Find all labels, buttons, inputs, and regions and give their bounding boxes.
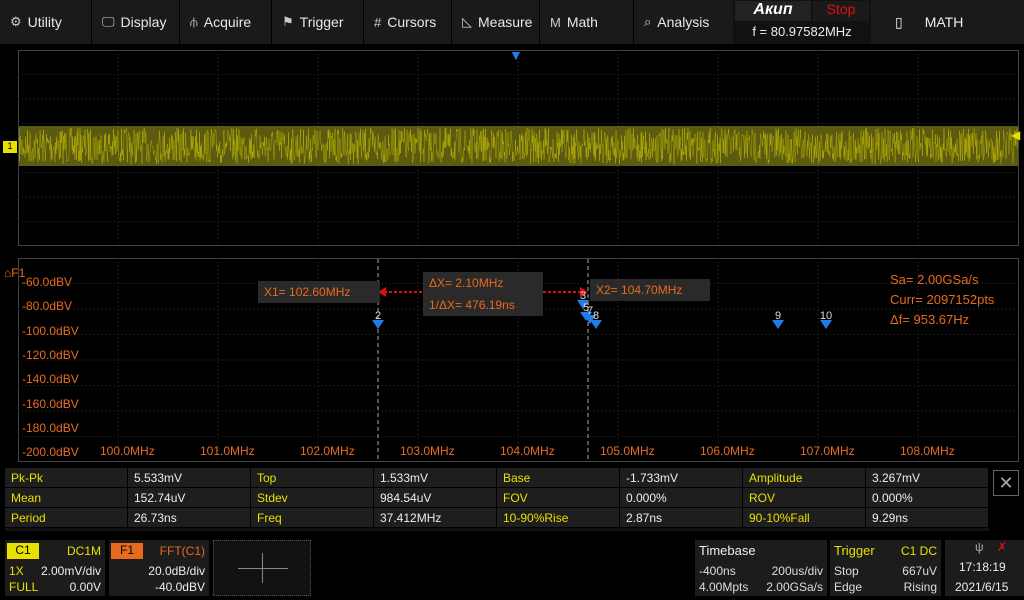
y-tick-label: -60.0dBV: [22, 275, 73, 289]
ch1-probe: 1X: [9, 564, 24, 578]
clock-time: 17:18:19: [959, 560, 1006, 574]
fft-trace: 2357 8 9 10: [18, 258, 1019, 462]
f1-settings[interactable]: F1 FFT(C1) 20.0dB/div -40.0dBV: [109, 540, 209, 596]
x-tick-label: 103.0MHz: [400, 444, 455, 458]
x-tick-label: 100.0MHz: [100, 444, 155, 458]
clock-area: ψ ✗ 17:18:19 2021/6/15: [945, 540, 1024, 596]
x-tick-label: 105.0MHz: [600, 444, 655, 458]
measurement-value: 0.000%: [866, 488, 989, 507]
measurement-row: Mean 152.74uV Stdev 984.54uV FOV 0.000% ROV 0.0…: [5, 488, 989, 508]
peak-marker-label: 2: [375, 310, 381, 322]
ch1-offset: 0.00V: [69, 580, 101, 594]
memory-depth: 4.00Mpts: [699, 580, 749, 594]
clock-date: 2021/6/15: [955, 580, 1009, 594]
network-disconnected-icon: ✗: [997, 540, 1008, 554]
timebase-title: Timebase: [699, 543, 756, 558]
current-points: Curr= 2097152pts: [890, 292, 995, 307]
peak-marker-label: 8: [593, 310, 599, 322]
measurement-value: 26.73ns: [128, 508, 251, 527]
measurement-label: Base: [497, 468, 620, 487]
ch1-badge: C1: [7, 543, 39, 559]
measurement-label: Freq: [251, 508, 374, 527]
measurement-label: Pk-Pk: [5, 468, 128, 487]
x-tick-label: 106.0MHz: [700, 444, 755, 458]
measurement-label: 90-10%Fall: [743, 508, 866, 527]
trigger-type: Edge: [834, 580, 863, 594]
measurement-label: Top: [251, 468, 374, 487]
trigger-source: C1 DC: [900, 544, 937, 558]
cursor-x1-readout: X1= 102.60MHz: [258, 281, 380, 303]
y-tick-label: -120.0dBV: [22, 347, 79, 362]
f1-badge: F1: [111, 543, 143, 559]
x-tick-label: 102.0MHz: [300, 444, 355, 458]
f1-offset: -40.0dBV: [154, 580, 205, 594]
timebase-scale: 200us/div: [771, 564, 823, 578]
ch1-scale: 2.00mV/div: [40, 564, 101, 578]
measurement-label: FOV: [497, 488, 620, 507]
frequency-resolution: Δf= 953.67Hz: [890, 312, 970, 327]
y-tick-label: -180.0dBV: [22, 420, 79, 435]
y-tick-label: -100.0dBV: [22, 323, 79, 338]
measurement-value: 2.87ns: [620, 508, 743, 527]
ch1-settings[interactable]: C1 DC1M 1X 2.00mV/div FULL 0.00V: [5, 540, 105, 596]
timebase-delay: -400ns: [699, 564, 736, 578]
sample-rate: Sa= 2.00GSa/s: [890, 272, 979, 287]
f1-source: FFT(C1): [159, 544, 205, 558]
x-tick-label: 107.0MHz: [800, 444, 855, 458]
measurement-value: -1.733mV: [620, 468, 743, 487]
peak-marker-label: 9: [775, 310, 781, 322]
sample-rate-status: 2.00GSa/s: [766, 580, 823, 594]
measurement-value: 9.29ns: [866, 508, 989, 527]
peak-marker-label: 3: [580, 290, 586, 302]
y-tick-label: -80.0dBV: [22, 299, 73, 314]
measurement-value: 984.54uV: [374, 488, 497, 507]
measurement-label: Mean: [5, 488, 128, 507]
measurement-value: 0.000%: [620, 488, 743, 507]
cursor-delta-readout: ΔX= 2.10MHz 1/ΔX= 476.19ns: [423, 272, 543, 316]
peak-marker-label: 10: [820, 310, 832, 322]
ch1-coupling: DC1M: [66, 544, 101, 558]
measurement-table: Pk-Pk 5.533mV Top 1.533mV Base -1.733mV Amplit…: [5, 468, 989, 531]
measurement-label: Period: [5, 508, 128, 527]
close-measurements-button[interactable]: ✕: [993, 470, 1019, 496]
measurement-row: Period 26.73ns Freq 37.412MHz 10-90%Rise 2.87…: [5, 508, 989, 528]
timebase-settings[interactable]: Timebase -400ns 200us/div 4.00Mpts 2.00G…: [695, 540, 827, 596]
trigger-state: Stop: [834, 564, 859, 578]
measurement-value: 3.267mV: [866, 468, 989, 487]
trigger-level: 667uV: [902, 564, 937, 578]
cursor-x2-readout: X2= 104.70MHz: [590, 279, 710, 301]
measurement-label: Amplitude: [743, 468, 866, 487]
trigger-title: Trigger: [834, 543, 875, 558]
measurement-value: 152.74uV: [128, 488, 251, 507]
measurement-label: 10-90%Rise: [497, 508, 620, 527]
measurement-row: Pk-Pk 5.533mV Top 1.533mV Base -1.733mV Amplit…: [5, 468, 989, 488]
y-tick-label: -140.0dBV: [22, 372, 79, 387]
x-tick-label: 108.0MHz: [900, 444, 955, 458]
trigger-slope: Rising: [903, 580, 937, 594]
ch1-bandwidth: FULL: [9, 580, 39, 594]
y-tick-label: -200.0dBV: [22, 445, 79, 460]
measurement-label: Stdev: [251, 488, 374, 507]
measurement-value: 5.533mV: [128, 468, 251, 487]
y-tick-label: -160.0dBV: [22, 396, 79, 411]
measurement-value: 1.533mV: [374, 468, 497, 487]
x-tick-label: 101.0MHz: [200, 444, 255, 458]
measurement-value: 37.412MHz: [374, 508, 497, 527]
measurement-label: ROV: [743, 488, 866, 507]
add-channel-button[interactable]: [213, 540, 311, 596]
f1-scale: 20.0dB/div: [148, 564, 205, 578]
x-tick-label: 104.0MHz: [500, 444, 555, 458]
trigger-settings[interactable]: Trigger C1 DC Stop 667uV Edge Rising: [830, 540, 941, 596]
usb-icon: ψ: [975, 540, 984, 554]
